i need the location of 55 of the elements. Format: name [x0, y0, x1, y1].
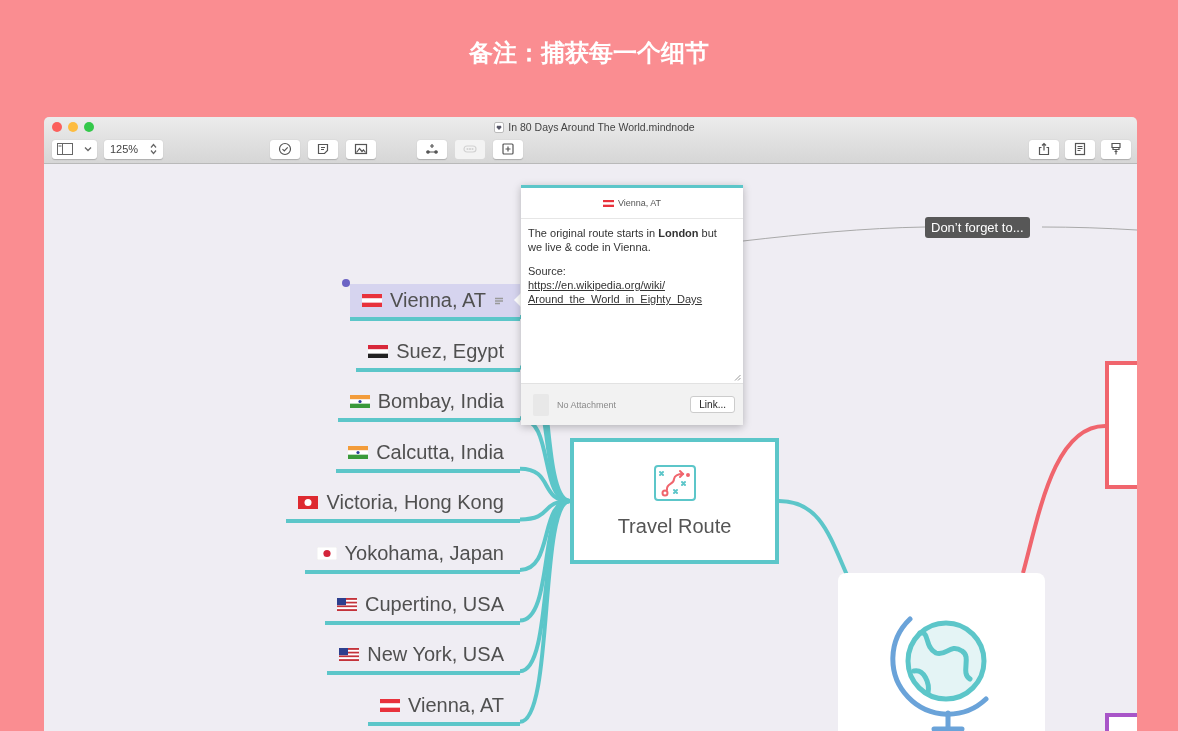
share-icon — [1037, 142, 1051, 156]
check-button[interactable] — [270, 139, 300, 159]
resize-grip-icon[interactable] — [734, 374, 741, 381]
topic-node[interactable]: Vienna, AT — [368, 688, 520, 726]
page-heading: 备注：捕获每一个细节 — [469, 37, 709, 69]
flag-icon — [349, 395, 370, 409]
zoom-field[interactable]: 125% — [104, 139, 163, 159]
style-button[interactable] — [1101, 139, 1131, 159]
topic-node[interactable]: Calcutta, India — [336, 435, 520, 473]
selection-handle[interactable] — [342, 279, 350, 287]
link-button[interactable]: Link... — [690, 396, 735, 413]
sidebar-button[interactable] — [52, 139, 97, 159]
source-link[interactable]: https://en.wikipedia.org/wiki/Around_the_World_in_Eighty_Days — [528, 278, 725, 306]
flag-icon — [348, 445, 369, 459]
topic-node[interactable]: Yokohama, Japan — [304, 537, 520, 574]
document-icon — [494, 121, 505, 133]
document-icon — [1073, 142, 1087, 156]
flag-icon — [339, 648, 360, 662]
note-text: The original route starts in London but we live & code in Vienna. — [528, 226, 718, 254]
add-child-icon — [425, 142, 439, 156]
flag-icon — [316, 547, 337, 560]
flag-icon — [602, 199, 614, 207]
flag-icon — [362, 294, 382, 307]
connection-label[interactable]: Don’t forget to... — [925, 217, 1030, 238]
close-button[interactable] — [52, 122, 62, 132]
plus-icon — [501, 142, 515, 156]
flag-icon — [368, 344, 389, 358]
topic-node[interactable]: Vienna, AT — [350, 284, 520, 321]
share-button[interactable] — [1029, 139, 1059, 159]
add-button[interactable] — [493, 139, 523, 159]
note-button[interactable] — [308, 139, 338, 159]
topic-node[interactable]: Cupertino, USA — [325, 587, 520, 625]
window-title: In 80 Days Around The World.mindnode — [508, 121, 695, 133]
flag-icon — [337, 597, 358, 611]
central-node[interactable] — [838, 573, 1045, 731]
notes-button[interactable] — [1065, 139, 1095, 159]
topic-node[interactable]: Travel Route — [570, 438, 779, 564]
route-map-icon — [653, 464, 696, 503]
sidebar-icon — [57, 143, 74, 155]
flag-icon — [298, 496, 319, 510]
child-button[interactable] — [417, 139, 447, 159]
chevron-down-icon — [83, 146, 92, 152]
flag-icon — [380, 698, 400, 712]
image-icon — [354, 142, 368, 156]
checkmark-icon — [278, 142, 292, 156]
note-icon — [316, 142, 330, 156]
brush-icon — [1109, 142, 1123, 156]
topic-node[interactable]: New York, USA — [327, 638, 520, 676]
attachment-label: No Attachment — [557, 399, 618, 410]
topic-node[interactable]: Victoria, Hong Kong — [286, 486, 520, 524]
ellipsis-icon — [463, 142, 477, 156]
source-label: Source: — [528, 265, 566, 277]
stepper-icon — [150, 143, 157, 155]
note-title: Vienna, AT — [617, 198, 662, 208]
image-button[interactable] — [346, 139, 376, 159]
